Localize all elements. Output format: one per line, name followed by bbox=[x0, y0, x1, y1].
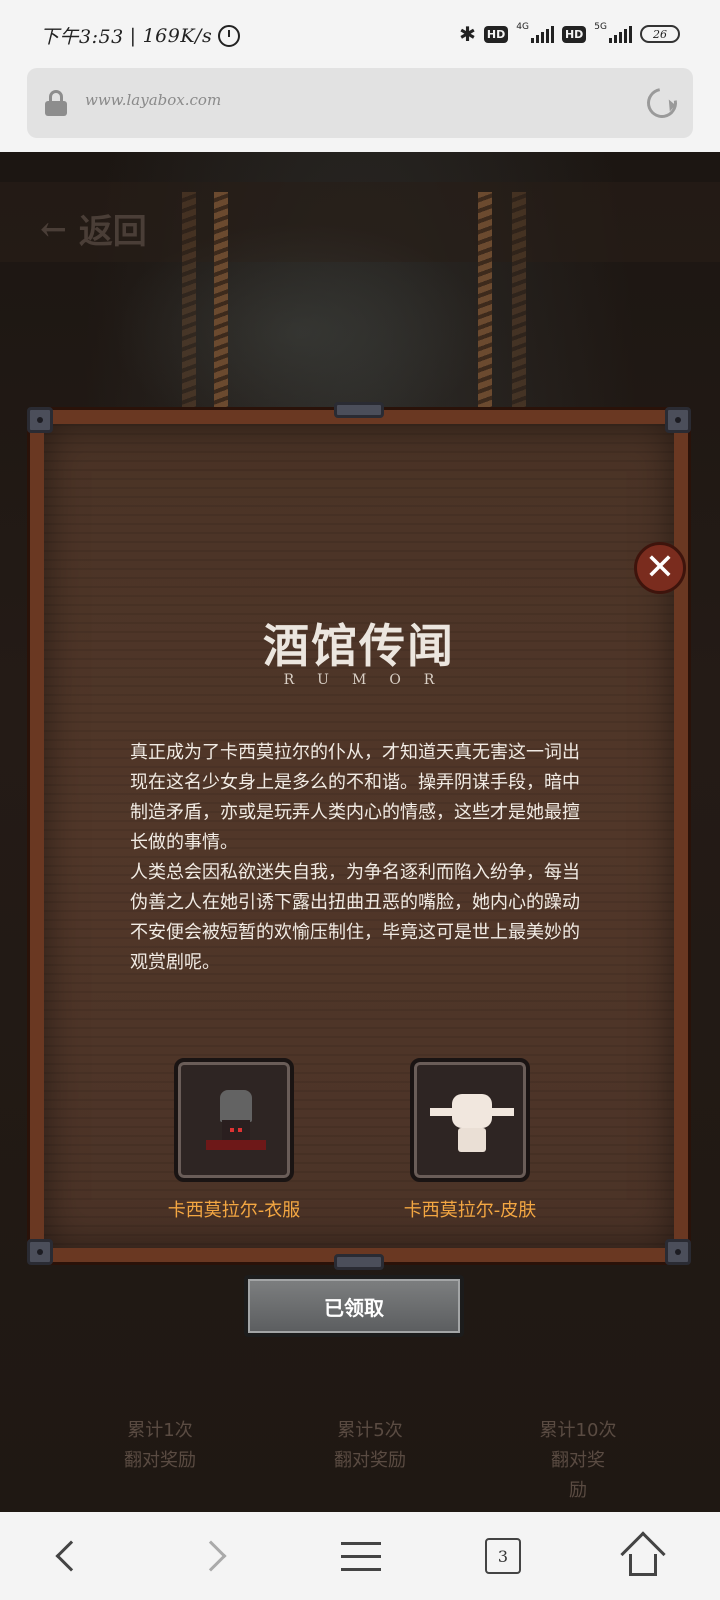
hd-badge-2: HD bbox=[561, 25, 587, 43]
tally-line: 翻对奖励 bbox=[124, 1450, 196, 1471]
back-button[interactable]: ← 返回 bbox=[40, 204, 147, 253]
reward-tally-10: 累计10次 翻对奖 励 bbox=[528, 1416, 628, 1506]
bluetooth-icon: ✱ bbox=[459, 22, 476, 46]
rope-decoration bbox=[512, 192, 526, 417]
reward-name: 卡西莫拉尔-皮肤 bbox=[403, 1200, 537, 1221]
frame-clip bbox=[334, 1254, 384, 1270]
back-label: 返回 bbox=[78, 212, 147, 252]
tally-line: 累计10次 bbox=[539, 1420, 617, 1441]
skin-icon bbox=[430, 1094, 514, 1158]
reward-slot[interactable] bbox=[174, 1058, 294, 1182]
browser-bottom-nav: 3 bbox=[0, 1512, 720, 1600]
network-type-2: 5G bbox=[594, 22, 607, 32]
outfit-icon bbox=[206, 1090, 266, 1158]
net-speed: 169K/s bbox=[142, 24, 213, 47]
status-left: 下午3:53 | 169K/s bbox=[40, 22, 241, 49]
home-icon bbox=[620, 1531, 666, 1577]
rope-decoration bbox=[214, 192, 228, 417]
popup-title: 酒馆传闻 bbox=[263, 619, 455, 673]
close-icon: ✕ bbox=[644, 547, 676, 588]
popup-subtitle: RUMOR bbox=[283, 672, 458, 688]
reward-item-outfit[interactable]: 卡西莫拉尔-衣服 bbox=[134, 1058, 334, 1222]
hd-badge-1: HD bbox=[483, 25, 509, 43]
close-popup-button[interactable]: ✕ bbox=[634, 542, 686, 594]
tabs-icon: 3 bbox=[485, 1538, 521, 1574]
frame-clip bbox=[334, 402, 384, 418]
claimed-button[interactable]: 已领取 bbox=[244, 1275, 464, 1337]
frame-corner bbox=[27, 407, 53, 433]
story-paragraph: 真正成为了卡西莫拉尔的仆从，才知道天真无害这一词出现在这名少女身上是多么的不和谐… bbox=[130, 742, 580, 853]
battery-level: 26 bbox=[653, 27, 667, 41]
browser-toolbar: www.layabox.com bbox=[0, 66, 720, 152]
reward-item-skin[interactable]: 卡西莫拉尔-皮肤 bbox=[370, 1058, 570, 1222]
rope-decoration bbox=[478, 192, 492, 417]
nav-tabs-button[interactable]: 3 bbox=[478, 1534, 528, 1578]
address-bar[interactable]: www.layabox.com bbox=[27, 68, 693, 138]
status-right: ✱ HD 4G HD 5G 26 bbox=[459, 22, 680, 46]
nav-menu-button[interactable] bbox=[336, 1534, 386, 1578]
reload-icon[interactable] bbox=[641, 82, 683, 124]
story-paragraph: 人类总会因私欲迷失自我，为争名逐利而陷入纷争，每当伪善之人在她引诱下露出扭曲丑恶… bbox=[130, 862, 580, 973]
reward-name: 卡西莫拉尔-衣服 bbox=[167, 1200, 301, 1221]
tally-line: 累计1次 bbox=[127, 1420, 193, 1441]
tally-line: 翻对奖励 bbox=[334, 1450, 406, 1471]
game-canvas: ← 返回 酒馆传闻 RUMOR 真正成为了卡西莫拉尔的仆从，才知道天真无害这一词… bbox=[0, 152, 720, 1512]
tally-line: 翻对奖 bbox=[551, 1450, 605, 1471]
url-text[interactable]: www.layabox.com bbox=[85, 91, 221, 109]
nav-back-button[interactable] bbox=[46, 1534, 96, 1578]
tab-count: 3 bbox=[497, 1546, 509, 1566]
tally-line: 累计5次 bbox=[337, 1420, 403, 1441]
chevron-left-icon bbox=[55, 1540, 87, 1572]
battery-icon: 26 bbox=[640, 25, 680, 43]
frame-corner bbox=[27, 1239, 53, 1265]
frame-corner bbox=[665, 407, 691, 433]
nav-forward-button[interactable] bbox=[186, 1534, 236, 1578]
signal-icon-1 bbox=[530, 25, 554, 43]
rumor-popup: 酒馆传闻 RUMOR 真正成为了卡西莫拉尔的仆从，才知道天真无害这一词出现在这名… bbox=[27, 402, 691, 1337]
back-arrow-icon: ← bbox=[40, 209, 67, 248]
menu-icon bbox=[341, 1541, 381, 1571]
lock-icon bbox=[45, 90, 67, 116]
frame-corner bbox=[665, 1239, 691, 1265]
signal-icon-2 bbox=[609, 25, 632, 43]
status-time: 下午3:53 bbox=[40, 26, 124, 48]
rope-decoration bbox=[182, 192, 196, 417]
status-bar: 下午3:53 | 169K/s ✱ HD 4G HD 5G 26 bbox=[0, 0, 720, 66]
chevron-right-icon bbox=[195, 1540, 227, 1572]
reward-slot[interactable] bbox=[410, 1058, 530, 1182]
alarm-icon bbox=[218, 24, 241, 47]
story-text: 真正成为了卡西莫拉尔的仆从，才知道天真无害这一词出现在这名少女身上是多么的不和谐… bbox=[130, 738, 592, 978]
status-divider: | bbox=[129, 24, 137, 47]
tally-line: 励 bbox=[569, 1480, 587, 1501]
reward-tally-1: 累计1次 翻对奖励 bbox=[110, 1416, 210, 1476]
reward-tally-5: 累计5次 翻对奖励 bbox=[320, 1416, 420, 1476]
nav-home-button[interactable] bbox=[618, 1531, 668, 1578]
background-creature-art bbox=[110, 222, 490, 442]
network-type-1: 4G bbox=[516, 22, 529, 32]
